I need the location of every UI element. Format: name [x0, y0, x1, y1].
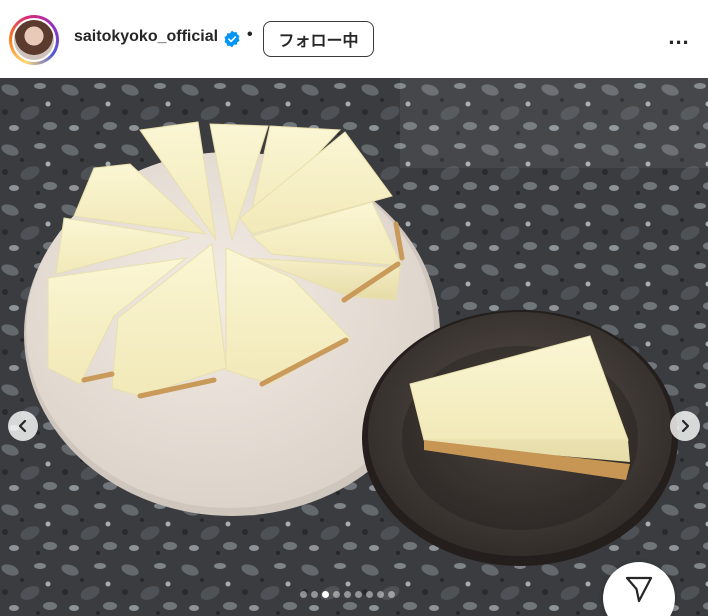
- carousel-indicator: [300, 591, 395, 601]
- carousel-dot: [311, 591, 318, 598]
- carousel-dot: [355, 591, 362, 598]
- verified-badge-icon: [224, 30, 240, 48]
- carousel-dot: [300, 591, 307, 598]
- paper-plane-icon: [625, 576, 653, 603]
- carousel-dot: [344, 591, 351, 598]
- carousel-dot: [366, 591, 373, 598]
- more-options-button[interactable]: ...: [662, 26, 696, 52]
- post-photo[interactable]: [0, 78, 708, 616]
- more-options-icon: ...: [668, 24, 690, 49]
- username-link[interactable]: saitokyoko_official: [74, 28, 218, 46]
- carousel-prev-button[interactable]: [8, 411, 38, 441]
- carousel-dot: [322, 591, 329, 598]
- story-ring[interactable]: [9, 15, 59, 65]
- carousel-dot: [333, 591, 340, 598]
- carousel-dot: [377, 591, 384, 598]
- avatar[interactable]: [14, 20, 54, 60]
- following-button[interactable]: フォロー中: [263, 21, 374, 57]
- avatar-border: [12, 18, 56, 62]
- cheesecake-photo: [0, 78, 708, 616]
- carousel-dot: [388, 591, 395, 598]
- post-header: saitokyoko_official • フォロー中 ...: [0, 0, 708, 78]
- chevron-right-icon: [681, 419, 690, 433]
- chevron-left-icon: [18, 419, 27, 433]
- separator-dot: •: [247, 26, 253, 43]
- carousel-next-button[interactable]: [670, 411, 700, 441]
